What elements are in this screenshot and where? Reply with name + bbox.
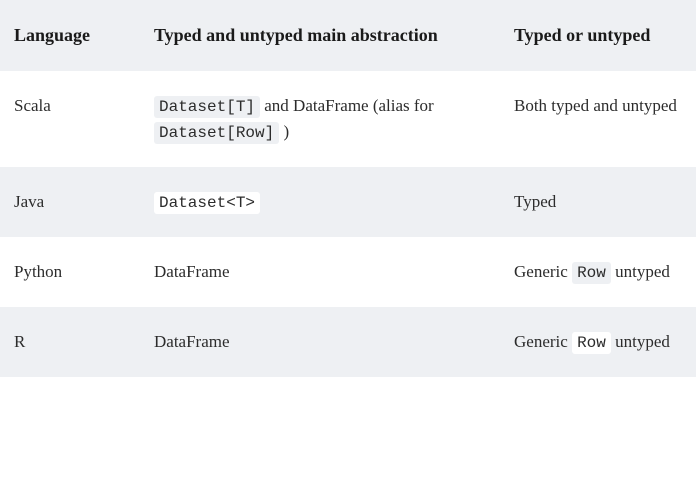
table-header-row: Language Typed and untyped main abstract… — [0, 0, 696, 71]
cell-language: Java — [0, 167, 140, 237]
code-snippet: Row — [572, 332, 611, 354]
code-snippet: Dataset<T> — [154, 192, 260, 214]
cell-language: R — [0, 307, 140, 377]
code-snippet: Dataset[Row] — [154, 122, 279, 144]
header-abstraction: Typed and untyped main abstraction — [140, 0, 500, 71]
cell-text: untyped — [611, 332, 670, 351]
table-row: Java Dataset<T> Typed — [0, 167, 696, 237]
cell-text: and DataFrame (alias for — [260, 96, 434, 115]
cell-text: Generic — [514, 332, 572, 351]
header-language: Language — [0, 0, 140, 71]
table-row: R DataFrame Generic Row untyped — [0, 307, 696, 377]
cell-text: Generic — [514, 262, 572, 281]
language-abstraction-table: Language Typed and untyped main abstract… — [0, 0, 696, 377]
cell-text: untyped — [611, 262, 670, 281]
code-snippet: Dataset[T] — [154, 96, 260, 118]
cell-abstraction: Dataset[T] and DataFrame (alias for Data… — [140, 71, 500, 167]
cell-abstraction: Dataset<T> — [140, 167, 500, 237]
table-row: Python DataFrame Generic Row untyped — [0, 237, 696, 307]
cell-typed: Both typed and untyped — [500, 71, 696, 167]
cell-language: Python — [0, 237, 140, 307]
cell-typed: Typed — [500, 167, 696, 237]
code-snippet: Row — [572, 262, 611, 284]
cell-abstraction: DataFrame — [140, 307, 500, 377]
cell-abstraction: DataFrame — [140, 237, 500, 307]
table-row: Scala Dataset[T] and DataFrame (alias fo… — [0, 71, 696, 167]
cell-typed: Generic Row untyped — [500, 237, 696, 307]
cell-language: Scala — [0, 71, 140, 167]
header-typed: Typed or untyped — [500, 0, 696, 71]
cell-text: ) — [279, 122, 289, 141]
cell-typed: Generic Row untyped — [500, 307, 696, 377]
